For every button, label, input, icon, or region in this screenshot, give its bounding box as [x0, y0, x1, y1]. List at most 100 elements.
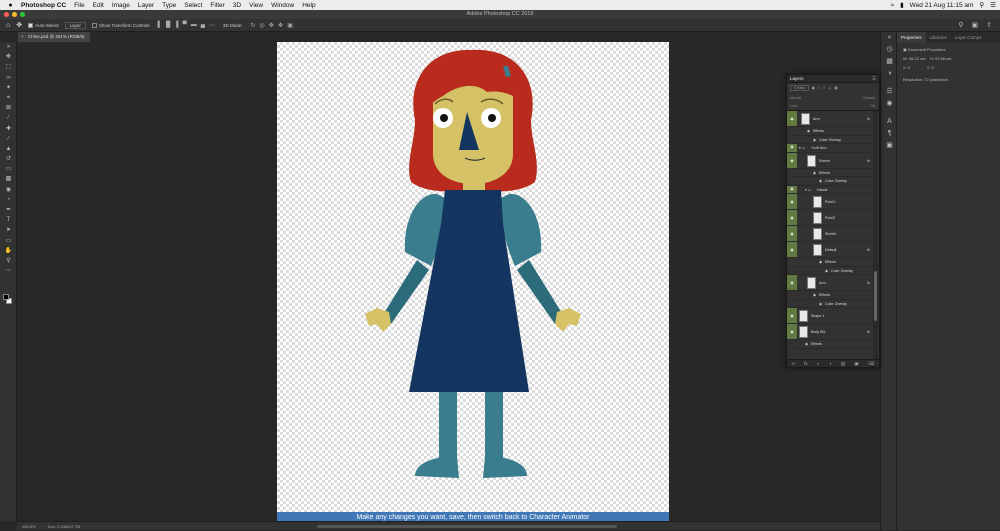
layer-effects-icon[interactable]: fx: [867, 116, 870, 121]
menu-select[interactable]: Select: [184, 2, 202, 9]
effect-row[interactable]: ◉ Effects: [787, 291, 873, 300]
visibility-eye-icon[interactable]: ◉: [787, 324, 797, 339]
collapse-toolbar-icon[interactable]: »: [0, 42, 17, 52]
visibility-eye-icon[interactable]: ◉: [787, 185, 797, 193]
menu-window[interactable]: Window: [271, 2, 294, 9]
layer-group-row[interactable]: ◉ ▾ ▭ Hands: [787, 185, 873, 194]
effect-row[interactable]: ◉ Color Overlay: [787, 177, 873, 186]
zoom-tool-icon[interactable]: ⚲: [0, 256, 17, 266]
effect-visibility-icon[interactable]: ◉: [813, 138, 816, 142]
align-left-icon[interactable]: ▌: [158, 22, 162, 29]
adjustment-layer-icon[interactable]: ◑: [829, 360, 832, 367]
zoom-window-button[interactable]: [20, 12, 25, 17]
menu-layer[interactable]: Layer: [138, 2, 154, 9]
layer-row[interactable]: ◉ Arm fx: [787, 275, 873, 291]
layer-row[interactable]: ◉ Point2: [787, 210, 873, 226]
new-group-icon[interactable]: ▤: [841, 360, 845, 367]
eraser-tool-icon[interactable]: ▭: [0, 164, 17, 174]
visibility-eye-icon[interactable]: [787, 258, 797, 266]
menu-filter[interactable]: Filter: [210, 2, 224, 9]
new-layer-icon[interactable]: ▣: [854, 360, 858, 367]
visibility-eye-icon[interactable]: ◉: [787, 194, 797, 209]
zoom-level[interactable]: 250.8%: [22, 524, 36, 529]
3d-pan-icon[interactable]: ✥: [269, 22, 274, 29]
foreground-color-swatch[interactable]: [3, 294, 9, 300]
visibility-eye-icon[interactable]: [787, 300, 797, 308]
effect-visibility-icon[interactable]: ◉: [805, 342, 808, 346]
effect-visibility-icon[interactable]: ◉: [825, 269, 828, 273]
width-value[interactable]: 38.22 cm: [909, 56, 925, 61]
opacity-label[interactable]: Opacity:: [863, 96, 876, 100]
align-middle-icon[interactable]: ▬: [191, 22, 197, 29]
visibility-eye-icon[interactable]: [787, 267, 797, 275]
layer-effects-icon[interactable]: fx: [867, 158, 870, 163]
type-tool-icon[interactable]: T: [0, 215, 17, 225]
menu-list-icon[interactable]: ☰: [990, 1, 996, 9]
search-icon[interactable]: ⚲: [979, 1, 984, 9]
filter-shape-icon[interactable]: ▭: [828, 86, 831, 90]
3d-roll-icon[interactable]: ◎: [260, 22, 265, 29]
effect-visibility-icon[interactable]: ◉: [819, 260, 822, 264]
visibility-eye-icon[interactable]: [787, 177, 797, 185]
visibility-eye-icon[interactable]: ◉: [787, 210, 797, 225]
character-panel-icon[interactable]: A: [881, 116, 898, 128]
visibility-eye-icon[interactable]: [787, 136, 797, 144]
layer-row[interactable]: ◉ Arm fx: [787, 111, 873, 127]
kind-filter-dropdown[interactable]: ⚲ Kind: [790, 85, 809, 91]
horizontal-scrollbar[interactable]: [317, 525, 617, 528]
layer-row[interactable]: ◉ Default fx: [787, 242, 873, 258]
effect-visibility-icon[interactable]: ◉: [819, 179, 822, 183]
layer-row[interactable]: ◉ Stretch: [787, 226, 873, 242]
history-brush-tool-icon[interactable]: ↺: [0, 154, 17, 164]
more-options-icon[interactable]: ⋯: [209, 22, 215, 29]
x-value[interactable]: 0: [908, 65, 910, 70]
delete-layer-icon[interactable]: ⌫: [868, 360, 874, 367]
doc-size[interactable]: Doc: 2.43M/37.7M: [48, 524, 81, 529]
filter-smart-icon[interactable]: ▦: [834, 86, 837, 90]
effect-row[interactable]: ◉ Effects: [787, 169, 873, 177]
eyedropper-tool-icon[interactable]: ⁄: [0, 113, 17, 123]
scroll-thumb[interactable]: [874, 271, 877, 321]
filter-pixel-icon[interactable]: ▣: [812, 86, 815, 90]
3d-rotate-icon[interactable]: ↻: [251, 22, 256, 29]
visibility-eye-icon[interactable]: [787, 291, 797, 299]
effect-row[interactable]: ◉ Effects: [787, 258, 873, 267]
y-value[interactable]: 0: [931, 65, 933, 70]
close-window-button[interactable]: [4, 12, 9, 17]
blend-mode-dropdown[interactable]: Normal: [790, 96, 801, 100]
pen-tool-icon[interactable]: ✒: [0, 205, 17, 215]
tab-properties[interactable]: Properties: [897, 32, 926, 43]
3d-scale-icon[interactable]: ▣: [287, 22, 293, 29]
gradient-tool-icon[interactable]: ▩: [0, 174, 17, 184]
align-top-icon[interactable]: ▀: [182, 22, 186, 29]
character-illustration[interactable]: [277, 42, 669, 521]
auto-select-dropdown[interactable]: Layer: [64, 21, 86, 29]
visibility-eye-icon[interactable]: ◉: [787, 275, 797, 290]
frame-tool-icon[interactable]: ⊠: [0, 103, 17, 113]
align-right-icon[interactable]: ▐: [174, 22, 178, 29]
artboard[interactable]: [277, 42, 669, 521]
align-bottom-icon[interactable]: ▄: [201, 22, 205, 29]
visibility-eye-icon[interactable]: [787, 340, 797, 348]
effect-row[interactable]: ◉ Color Overlay: [787, 267, 873, 275]
visibility-eye-icon[interactable]: ◉: [787, 226, 797, 241]
edit-toolbar-icon[interactable]: ⋯: [0, 266, 17, 276]
height-value[interactable]: 57.68 cm: [935, 56, 951, 61]
layers-panel-header[interactable]: Layers ☰: [787, 75, 879, 83]
workspace-icon[interactable]: ▣: [972, 21, 979, 29]
blur-tool-icon[interactable]: ◉: [0, 185, 17, 195]
collapse-dock-icon[interactable]: «: [881, 32, 898, 44]
layer-thumbnail[interactable]: [813, 196, 822, 208]
crop-tool-icon[interactable]: ⌖: [0, 93, 17, 103]
path-selection-tool-icon[interactable]: ➤: [0, 225, 17, 235]
brush-tool-icon[interactable]: ∕: [0, 134, 17, 144]
effect-visibility-icon[interactable]: ◉: [807, 129, 810, 133]
panel-menu-icon[interactable]: ☰: [872, 75, 876, 83]
layer-row[interactable]: ◉ Sleeve fx: [787, 152, 873, 169]
menu-help[interactable]: Help: [302, 2, 315, 9]
effect-row[interactable]: ◉ Color Overlay: [787, 300, 873, 308]
effect-row[interactable]: ◉ Color Overlay: [787, 136, 873, 144]
link-layers-icon[interactable]: ∞: [792, 360, 795, 367]
fill-label[interactable]: Fill:: [871, 104, 876, 108]
adjustments-panel-icon[interactable]: ◑: [881, 68, 898, 80]
